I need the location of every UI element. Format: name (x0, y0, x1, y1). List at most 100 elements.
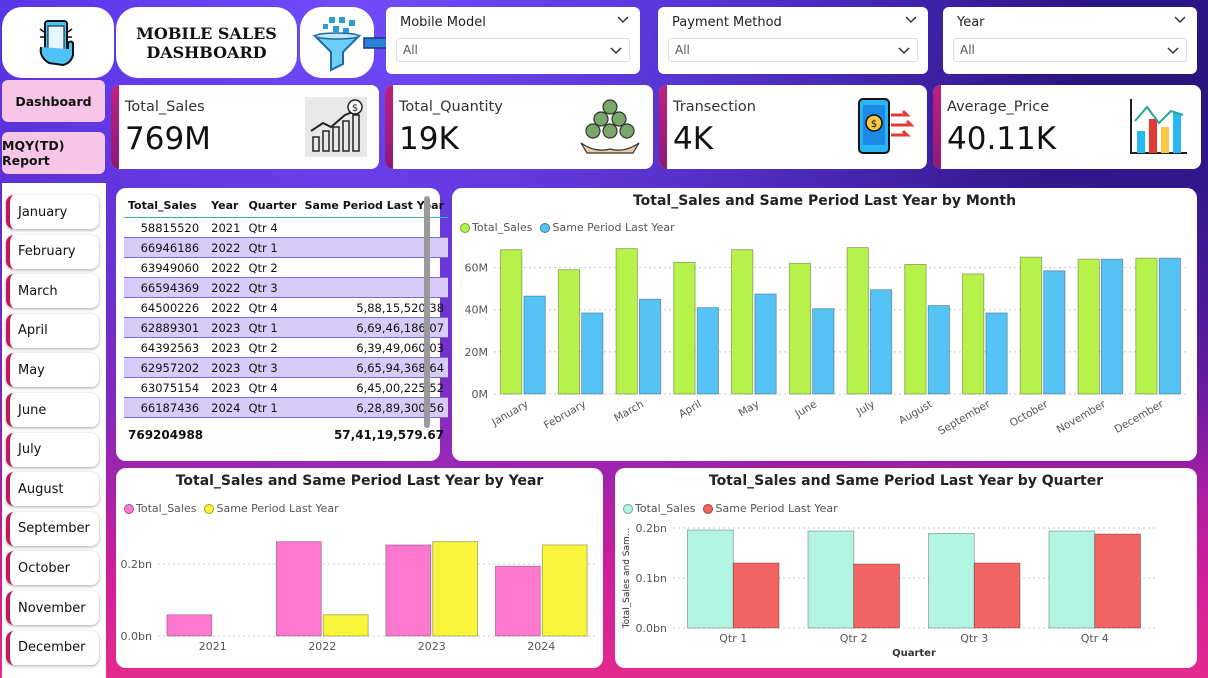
month-chart-card: Total_Sales and Same Period Last Year by… (452, 188, 1197, 461)
slicer-dropdown[interactable]: All (953, 38, 1187, 62)
x-tick-label: March (612, 398, 646, 424)
month-button-december[interactable]: December (6, 630, 99, 665)
bar-same-period-last-year[interactable] (754, 293, 777, 395)
chevron-down-icon[interactable] (904, 13, 918, 27)
x-tick-label: Qtr 4 (1081, 632, 1109, 645)
month-button-march[interactable]: March (6, 274, 99, 309)
month-button-september[interactable]: September (6, 511, 99, 546)
bar-total-sales[interactable] (731, 249, 754, 395)
bar-total-sales[interactable] (1019, 256, 1043, 395)
bar-total-sales[interactable] (1077, 258, 1100, 395)
table-cell: Qtr 1 (244, 237, 301, 258)
bar-same-period-last-year[interactable] (732, 562, 780, 629)
bar-total-sales[interactable] (687, 529, 734, 629)
slicer-value: All (675, 43, 690, 57)
month-button-july[interactable]: July (6, 432, 99, 467)
bar-same-period-last-year[interactable] (322, 614, 369, 637)
bar-same-period-last-year[interactable] (581, 312, 604, 395)
bar-same-period-last-year[interactable] (638, 298, 662, 395)
table-cell: 2021 (211, 220, 241, 235)
month-button-april[interactable]: April (6, 313, 99, 348)
bar-total-sales[interactable] (1135, 257, 1158, 395)
kpi-accent-bar (111, 85, 119, 169)
bar-total-sales[interactable] (275, 541, 322, 637)
chevron-down-icon[interactable] (1173, 13, 1187, 27)
table-row[interactable]: 63949060 2022 Qtr 2 (124, 258, 448, 278)
table-row[interactable]: 62889301 2023 Qtr 1 6,69,46,186.07 (124, 317, 449, 338)
month-button-november[interactable]: November (6, 591, 99, 625)
chevron-down-icon[interactable] (616, 13, 630, 27)
bar-same-period-last-year[interactable] (973, 562, 1021, 629)
bar-total-sales[interactable] (166, 614, 213, 637)
table-row[interactable]: 66594369 2022 Qtr 3 (124, 277, 449, 298)
bar-same-period-last-year[interactable] (869, 289, 893, 395)
x-tick-label: August (897, 398, 935, 427)
slicer-label: Payment Method (672, 15, 782, 30)
bar-total-sales[interactable] (962, 273, 985, 395)
bar-same-period-last-year[interactable] (1158, 257, 1181, 395)
slicer-year[interactable]: Year All (943, 7, 1197, 74)
x-tick-label: Qtr 3 (960, 632, 988, 645)
table-total-row: 769204988 57,41,19,579.67 (124, 418, 448, 445)
bar-same-period-last-year[interactable] (812, 308, 835, 395)
quarter-sales-table-card: Total_Sales Year Quarter Same Period Las… (116, 188, 449, 461)
total-cell: 769204988 (128, 428, 204, 442)
bar-total-sales[interactable] (500, 249, 523, 395)
month-button-february[interactable]: February (6, 234, 99, 269)
table-cell: Qtr 2 (248, 340, 278, 355)
bar-total-sales[interactable] (928, 533, 975, 629)
table-row[interactable]: 66946186 2022 Qtr 1 (124, 237, 449, 258)
slicer-dropdown[interactable]: All (396, 38, 630, 62)
slicer-dropdown[interactable]: All (668, 38, 918, 62)
bar-same-period-last-year[interactable] (853, 563, 900, 629)
total-cell (207, 418, 244, 445)
svg-text:$: $ (871, 119, 877, 130)
bar-total-sales[interactable] (385, 544, 432, 637)
month-button-may[interactable]: May (6, 353, 99, 388)
slicer-mobile-model[interactable]: Mobile Model All (386, 7, 640, 74)
nav-dashboard-button[interactable]: Dashboard (2, 80, 105, 122)
column-header[interactable]: Total_Sales (124, 196, 208, 218)
bar-total-sales[interactable] (1048, 530, 1096, 629)
bar-total-sales[interactable] (788, 262, 812, 395)
bar-total-sales[interactable] (904, 264, 927, 395)
table-cell: 64392563 (140, 340, 200, 355)
month-button-january[interactable]: January (6, 195, 99, 229)
bar-same-period-last-year[interactable] (985, 312, 1008, 395)
table-row[interactable]: 58815520 2021 Qtr 4 (124, 218, 448, 238)
bar-total-sales[interactable] (846, 247, 869, 395)
bar-total-sales[interactable] (807, 530, 855, 629)
bar-same-period-last-year[interactable] (541, 544, 588, 637)
bar-same-period-last-year[interactable] (1043, 270, 1066, 395)
table-scrollbar[interactable] (424, 196, 430, 428)
y-tick-label: 60M (465, 262, 489, 275)
bar-same-period-last-year[interactable] (696, 307, 719, 395)
table-row[interactable]: 62957202 2023 Qtr 3 6,65,94,368.64 (124, 357, 449, 378)
bar-same-period-last-year[interactable] (523, 295, 546, 395)
table-row[interactable]: 64392563 2023 Qtr 2 6,39,49,060.03 (124, 338, 448, 358)
month-button-june[interactable]: June (6, 393, 99, 427)
month-button-october[interactable]: October (6, 551, 99, 586)
y-tick-label: 0.0bn (121, 630, 152, 643)
bar-same-period-last-year[interactable] (432, 541, 479, 637)
bar-total-sales[interactable] (673, 261, 696, 395)
table-cell: 2023 (207, 317, 245, 338)
column-header[interactable]: Year (207, 196, 245, 218)
table-row[interactable]: 63075154 2023 Qtr 4 6,45,00,225.52 (124, 378, 448, 398)
bar-same-period-last-year[interactable] (927, 305, 950, 395)
slicer-payment-method[interactable]: Payment Method All (658, 7, 928, 74)
column-header[interactable]: Quarter (244, 196, 301, 218)
chevron-down-icon (610, 47, 622, 55)
table-row[interactable]: 66187436 2024 Qtr 1 6,28,89,300.56 (124, 397, 449, 418)
bar-same-period-last-year[interactable] (1100, 258, 1124, 395)
bar-same-period-last-year[interactable] (1094, 533, 1141, 629)
bar-total-sales[interactable] (615, 248, 638, 395)
nav-report-button[interactable]: MQY(TD) Report (2, 132, 105, 174)
bar-total-sales[interactable] (557, 269, 581, 395)
x-tick-label: February (542, 398, 588, 432)
kpi-value: 19K (399, 121, 459, 157)
bar-total-sales[interactable] (494, 565, 541, 637)
month-button-august[interactable]: August (6, 472, 99, 507)
chevron-down-icon (1167, 47, 1179, 55)
table-row[interactable]: 64500226 2022 Qtr 4 5,88,15,520.38 (124, 298, 448, 318)
